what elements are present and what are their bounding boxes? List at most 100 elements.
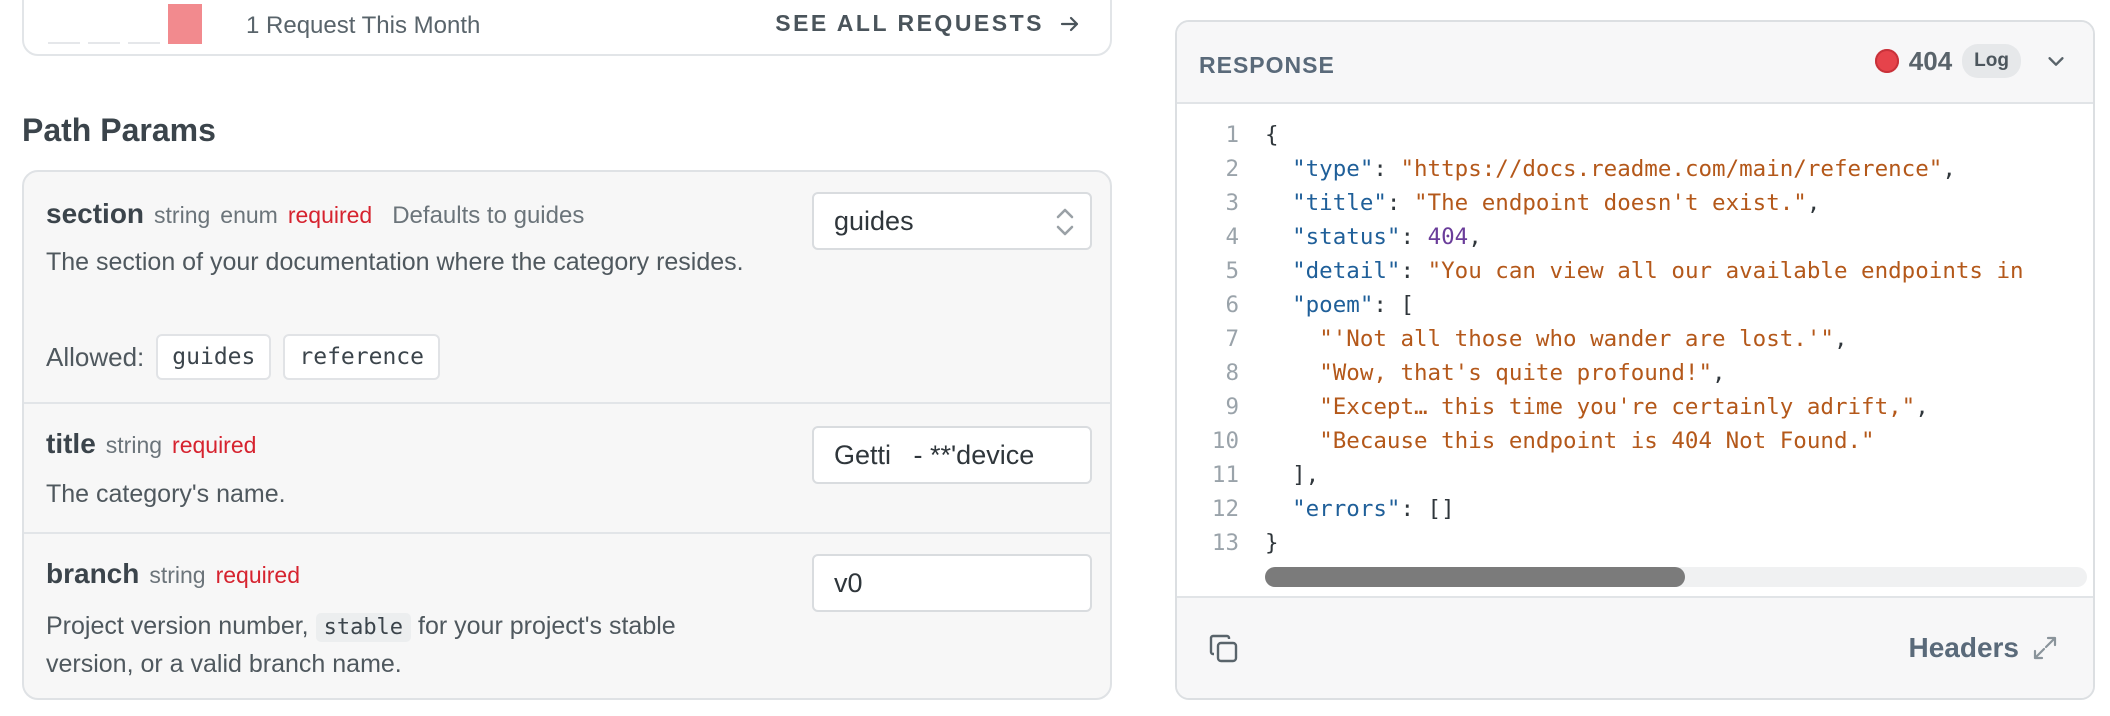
line-content: "Except… this time you're certainly adri… xyxy=(1239,390,1929,424)
select-arrows-icon xyxy=(1056,208,1074,236)
param-name: section xyxy=(46,198,145,229)
code-token: "errors" xyxy=(1292,496,1401,522)
headers-button[interactable]: Headers xyxy=(1908,632,2059,664)
param-description: Project version number, stable for your … xyxy=(46,608,766,683)
code-token: , xyxy=(1833,326,1848,352)
param-description-code: stable xyxy=(315,613,412,642)
sparkline-bar-active xyxy=(168,4,202,44)
allowed-values: Allowed: guides reference xyxy=(46,334,440,380)
param-description: The section of your documentation where … xyxy=(46,248,744,276)
log-badge[interactable]: Log xyxy=(1962,44,2021,78)
line-number: 6 xyxy=(1225,292,1239,318)
see-all-requests-link[interactable]: SEE ALL REQUESTS xyxy=(775,10,1082,37)
param-required: required xyxy=(287,202,373,228)
code-line: 3 "title": "The endpoint doesn't exist."… xyxy=(1177,186,2093,220)
param-required: required xyxy=(215,562,300,588)
copy-icon[interactable] xyxy=(1207,632,1241,666)
status-code: 404 xyxy=(1908,45,1953,76)
sparkline-bar xyxy=(128,42,160,44)
param-header: branch string required xyxy=(46,558,300,590)
request-count: 1 Request This Month xyxy=(246,12,481,39)
allowed-value-chip[interactable]: guides xyxy=(156,334,272,380)
code-line: 8 "Wow, that's quite profound!", xyxy=(1177,356,2093,390)
allowed-label: Allowed: xyxy=(46,341,145,372)
line-number: 9 xyxy=(1225,394,1239,420)
code-line: 7 "'Not all those who wander are lost.'"… xyxy=(1177,322,2093,356)
param-name: branch xyxy=(46,558,140,589)
code-token: "detail" xyxy=(1292,258,1401,284)
param-description: The category's name. xyxy=(46,480,286,508)
branch-input-value: v0 xyxy=(834,567,863,598)
line-number: 11 xyxy=(1211,462,1239,488)
title-input[interactable]: Getti - **'device xyxy=(812,426,1092,484)
code-token: , xyxy=(1942,156,1956,182)
code-token: "Except… this time you're certainly adri… xyxy=(1319,394,1916,420)
chevron-down-icon[interactable] xyxy=(2045,50,2067,72)
param-default: Defaults to guides xyxy=(392,202,585,229)
code-line: 4 "status": 404, xyxy=(1177,220,2093,254)
sparkline-bar xyxy=(88,42,120,44)
section-select[interactable]: guides xyxy=(812,192,1092,250)
line-content: "detail": "You can view all our availabl… xyxy=(1239,254,2024,288)
line-content: { xyxy=(1239,118,1279,152)
line-content: "'Not all those who wander are lost.'", xyxy=(1239,322,1848,356)
path-params-heading: Path Params xyxy=(22,112,216,148)
arrow-right-icon xyxy=(1060,16,1079,31)
line-number: 1 xyxy=(1225,122,1239,148)
line-content: "type": "https://docs.readme.com/main/re… xyxy=(1239,152,1956,186)
param-branch: branch string required Project version n… xyxy=(24,534,1110,698)
code-token: : [] xyxy=(1400,496,1455,522)
code-line: 5 "detail": "You can view all our availa… xyxy=(1177,254,2093,288)
code-token: , xyxy=(1468,224,1482,250)
code-line: 11 ], xyxy=(1177,458,2093,492)
param-name: title xyxy=(46,428,96,459)
path-params-list: section string enum required Defaults to… xyxy=(22,170,1112,700)
code-token: { xyxy=(1265,122,1279,148)
line-content: "Wow, that's quite profound!", xyxy=(1239,356,1725,390)
horizontal-scrollbar[interactable] xyxy=(1265,567,2087,587)
code-token: "The endpoint doesn't exist." xyxy=(1414,190,1807,216)
param-enum: enum xyxy=(220,202,278,228)
scrollbar-thumb[interactable] xyxy=(1265,567,1685,587)
line-content: ], xyxy=(1239,458,1319,492)
code-line: 6 "poem": [ xyxy=(1177,288,2093,322)
code-line: 12 "errors": [] xyxy=(1177,492,2093,526)
line-number: 5 xyxy=(1225,258,1239,284)
param-type: string xyxy=(149,562,206,588)
allowed-value-chip[interactable]: reference xyxy=(283,334,440,380)
param-section: section string enum required Defaults to… xyxy=(24,172,1110,404)
param-header: title string required xyxy=(46,428,256,460)
param-required: required xyxy=(172,432,257,458)
response-body-code: 1 {2 "type": "https://docs.readme.com/mai… xyxy=(1177,118,2093,560)
see-all-requests-label: SEE ALL REQUESTS xyxy=(775,10,1044,36)
param-description-start: Project version number, xyxy=(46,612,309,640)
response-panel: RESPONSE 404 Log 1 {2 "type": "https://do… xyxy=(1175,20,2095,700)
code-token: "'Not all those who wander are lost.'" xyxy=(1319,326,1834,352)
line-content: "errors": [] xyxy=(1239,492,1455,526)
response-status[interactable]: 404 Log xyxy=(1874,44,2067,78)
response-header: RESPONSE 404 Log xyxy=(1177,22,2093,104)
param-title: title string required The category's nam… xyxy=(24,404,1110,534)
code-token: "You can view all our available endpoint… xyxy=(1427,258,2024,284)
code-token: "https://docs.readme.com/main/reference" xyxy=(1400,156,1943,182)
code-token: "status" xyxy=(1292,224,1401,250)
sparkline-bar xyxy=(48,42,80,44)
line-content: } xyxy=(1239,526,1279,560)
branch-input[interactable]: v0 xyxy=(812,554,1092,612)
code-line: 13} xyxy=(1177,526,2093,560)
code-line: 2 "type": "https://docs.readme.com/main/… xyxy=(1177,152,2093,186)
code-token: : xyxy=(1400,258,1428,284)
line-number: 3 xyxy=(1225,190,1239,216)
code-line: 10 "Because this endpoint is 404 Not Fou… xyxy=(1177,424,2093,458)
code-token: "title" xyxy=(1292,190,1387,216)
line-content: "status": 404, xyxy=(1239,220,1482,254)
line-number: 10 xyxy=(1211,428,1239,454)
line-number: 8 xyxy=(1225,360,1239,386)
